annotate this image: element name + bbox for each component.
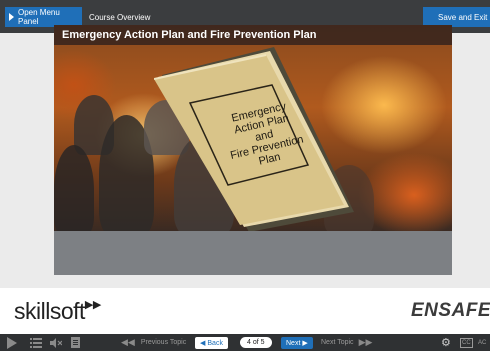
previous-topic-label: Previous Topic bbox=[140, 339, 187, 346]
speaker-mute-icon bbox=[50, 337, 62, 348]
next-topic-label: Next Topic bbox=[321, 339, 354, 346]
back-label: Back bbox=[207, 339, 223, 347]
gear-icon: ⚙ bbox=[441, 337, 451, 349]
open-menu-panel-button[interactable]: Open Menu Panel bbox=[5, 7, 82, 27]
slide-title: Emergency Action Plan and Fire Preventio… bbox=[54, 25, 452, 45]
back-arrow-icon: ◀ bbox=[200, 340, 206, 347]
accessibility-label: AC bbox=[478, 339, 487, 346]
page-indicator: 4 of 5 bbox=[240, 337, 272, 348]
back-button[interactable]: ◀ Back bbox=[195, 337, 228, 349]
logo-bar: skillsoft▶▶ ENSAFE bbox=[0, 288, 490, 334]
next-button[interactable]: Next ▶ bbox=[281, 337, 313, 349]
skillsoft-logo: skillsoft▶▶ bbox=[14, 298, 101, 325]
slide: Emergency Action Plan and Fire Preventio… bbox=[54, 25, 452, 231]
settings-button[interactable]: ⚙ bbox=[441, 334, 451, 351]
rewind-icon: ◀◀ bbox=[121, 337, 135, 347]
closed-captions-button[interactable]: CC bbox=[460, 334, 473, 351]
play-button[interactable] bbox=[6, 334, 17, 351]
next-label: Next bbox=[286, 339, 301, 347]
play-icon bbox=[7, 336, 17, 349]
save-and-exit-button[interactable]: Save and Exit X bbox=[423, 7, 490, 27]
transcript-button[interactable] bbox=[71, 334, 80, 351]
mute-button[interactable] bbox=[50, 334, 62, 351]
menu-list-button[interactable] bbox=[30, 334, 42, 351]
accessibility-button[interactable]: AC bbox=[478, 334, 486, 351]
play-triangle-icon bbox=[9, 13, 14, 21]
list-icon bbox=[30, 337, 42, 348]
save-and-exit-label: Save and Exit bbox=[438, 12, 488, 22]
skillsoft-arrows-icon: ▶▶ bbox=[84, 299, 101, 311]
next-topic-button[interactable]: Next Topic ▶▶ bbox=[321, 334, 372, 351]
document-icon bbox=[71, 337, 80, 348]
skillsoft-logo-text: skillsoft bbox=[14, 298, 85, 324]
ensafe-logo: ENSAFE bbox=[411, 300, 490, 321]
previous-topic-button[interactable]: ◀◀ Previous Topic bbox=[121, 334, 186, 351]
next-arrow-icon: ▶ bbox=[302, 340, 308, 347]
cc-icon: CC bbox=[460, 337, 473, 348]
open-menu-panel-label: Open Menu Panel bbox=[18, 8, 60, 26]
fast-forward-icon: ▶▶ bbox=[358, 337, 373, 347]
plan-booklet-image: Emergency Action Plan and Fire Preventio… bbox=[154, 47, 354, 231]
player-bar: ◀◀ Previous Topic ◀ Back 4 of 5 Next ▶ N… bbox=[0, 334, 490, 351]
course-title: Course Overview bbox=[89, 13, 151, 22]
